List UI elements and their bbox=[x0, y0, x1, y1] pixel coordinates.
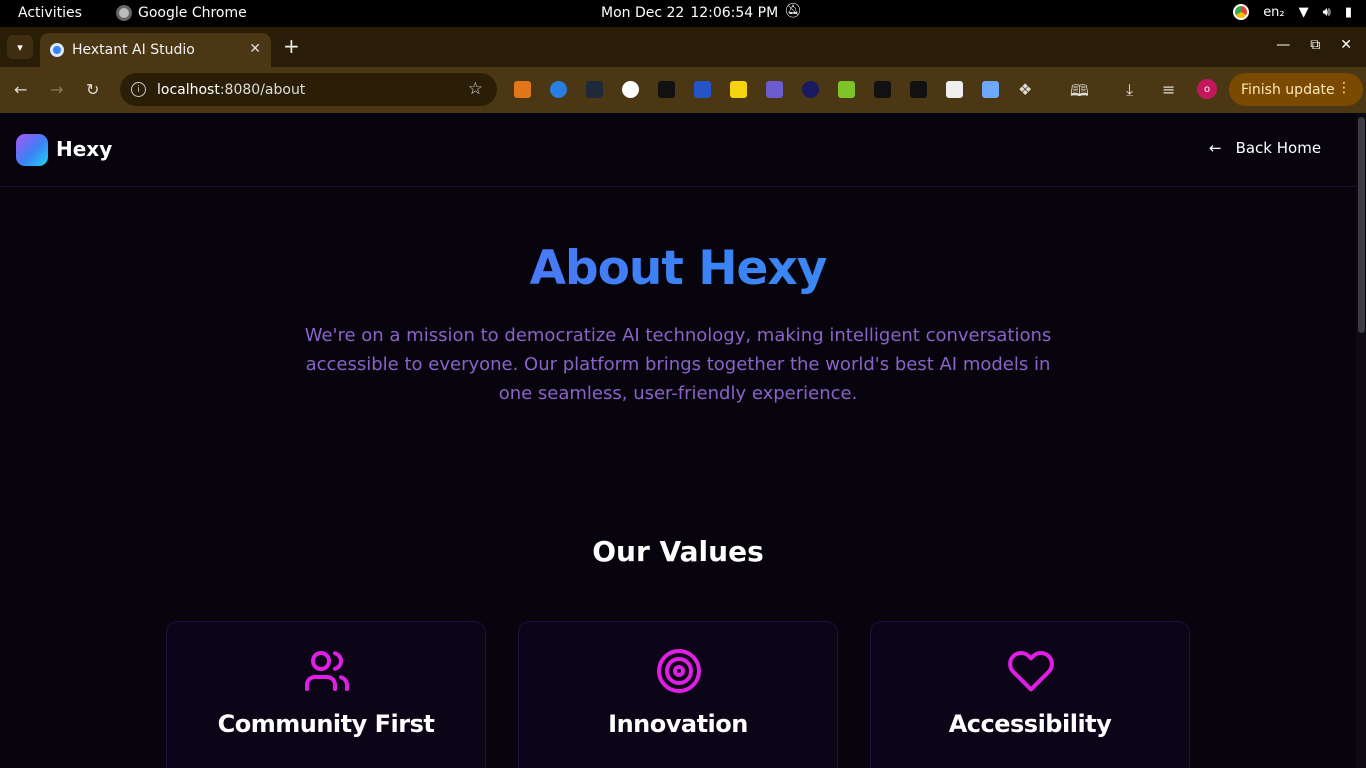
extension-white-icon[interactable] bbox=[622, 81, 639, 98]
finish-update-button[interactable]: Finish update ⋮ bbox=[1229, 73, 1363, 106]
tab-title: Hextant AI Studio bbox=[72, 42, 195, 58]
tab-search-button[interactable]: ▾ bbox=[7, 35, 33, 59]
os-top-bar: Activities Google Chrome Mon Dec 22 12:0… bbox=[0, 0, 1366, 27]
extension-yellow-icon[interactable] bbox=[730, 81, 747, 98]
chrome-tray-icon[interactable] bbox=[1233, 4, 1250, 20]
site-info-icon[interactable]: i bbox=[131, 82, 146, 97]
users-icon bbox=[305, 651, 349, 691]
battery-icon: ▮ bbox=[1344, 4, 1352, 20]
reading-mode-icon[interactable]: 🕮︎ bbox=[1070, 80, 1089, 107]
clock-time: 12:06:54 PM bbox=[690, 5, 779, 21]
tab-favicon-icon bbox=[50, 43, 64, 57]
heart-icon bbox=[1008, 651, 1054, 692]
volume-icon: 🔊︎ bbox=[1322, 4, 1331, 20]
forward-icon[interactable]: → bbox=[50, 80, 63, 99]
extension-fox-icon[interactable] bbox=[514, 81, 531, 98]
extension-x-icon[interactable] bbox=[694, 81, 711, 98]
more-menu-icon: ⋮ bbox=[1337, 80, 1351, 96]
bookmark-star-icon[interactable]: ☆ bbox=[468, 79, 483, 99]
extension-grid-icon[interactable] bbox=[946, 81, 963, 98]
downloads-icon[interactable]: ⤓ bbox=[1126, 80, 1133, 100]
activities-button[interactable]: Activities bbox=[18, 5, 82, 21]
clock-date: Mon Dec 22 bbox=[601, 5, 685, 21]
web-page: Hexy ← Back Home About Hexy We're on a m… bbox=[0, 113, 1366, 768]
system-tray[interactable]: en₂ ▼ 🔊︎ ▮ bbox=[1233, 4, 1352, 20]
active-app-name: Google Chrome bbox=[138, 5, 247, 21]
extension-doc-icon[interactable] bbox=[982, 81, 999, 98]
mission-statement: We're on a mission to democratize AI tec… bbox=[304, 325, 1052, 404]
arrow-left-icon: ← bbox=[1209, 139, 1222, 157]
value-card-title: Accessibility bbox=[948, 710, 1112, 738]
address-bar[interactable]: i localhost:8080/about ☆ bbox=[120, 73, 497, 106]
url-path: :8080/about bbox=[219, 81, 306, 98]
clock[interactable]: Mon Dec 22 12:06:54 PM bbox=[601, 5, 778, 21]
window-controls: — ⧉ ✕ bbox=[1276, 37, 1352, 53]
reload-icon[interactable]: ↻ bbox=[86, 80, 99, 99]
site-logo-text[interactable]: Hexy bbox=[56, 137, 112, 161]
active-app-menu[interactable]: Google Chrome bbox=[116, 5, 247, 21]
chrome-icon bbox=[116, 5, 132, 21]
wifi-icon: ▼ bbox=[1298, 4, 1309, 20]
site-navbar: Hexy ← Back Home bbox=[0, 113, 1356, 187]
extension-terminal-icon[interactable] bbox=[586, 81, 603, 98]
extension-a-icon[interactable] bbox=[910, 81, 927, 98]
browser-toolbar: ← → ↻ i localhost:8080/about ☆ ❖ 🕮︎ ⤓ ≡ … bbox=[0, 67, 1366, 113]
value-card-innovation: Innovation bbox=[518, 621, 838, 768]
finish-update-label: Finish update bbox=[1241, 81, 1335, 98]
new-tab-button[interactable]: + bbox=[283, 36, 300, 56]
restore-icon[interactable]: ⧉ bbox=[1310, 37, 1320, 53]
back-home-link[interactable]: ← Back Home bbox=[1209, 139, 1321, 157]
target-icon bbox=[657, 649, 701, 693]
back-icon[interactable]: ← bbox=[14, 80, 27, 99]
value-card-title: Community First bbox=[217, 710, 435, 738]
value-card-title: Innovation bbox=[608, 710, 748, 738]
language-indicator[interactable]: en₂ bbox=[1263, 5, 1284, 20]
url-host: localhost bbox=[157, 81, 220, 98]
extension-chart-icon[interactable] bbox=[838, 81, 855, 98]
profile-avatar[interactable]: o bbox=[1197, 79, 1217, 99]
tab-strip: ▾ Hextant AI Studio ✕ + — ⧉ ✕ bbox=[0, 27, 1366, 67]
extension-circle-icon[interactable] bbox=[802, 81, 819, 98]
back-home-label: Back Home bbox=[1235, 139, 1322, 157]
scrollbar-thumb[interactable] bbox=[1358, 117, 1365, 333]
hexy-logo-icon[interactable] bbox=[16, 134, 48, 166]
tab-close-icon[interactable]: ✕ bbox=[249, 41, 261, 57]
page-scrollbar[interactable] bbox=[1356, 113, 1366, 768]
extension-dots-icon[interactable] bbox=[658, 81, 675, 98]
extension-blue-icon[interactable] bbox=[550, 81, 567, 98]
media-controls-icon[interactable]: ≡ bbox=[1162, 80, 1175, 99]
extensions-puzzle-icon[interactable]: ❖ bbox=[1018, 80, 1032, 99]
value-card-accessibility: Accessibility bbox=[870, 621, 1190, 768]
extension-k-icon[interactable] bbox=[874, 81, 891, 98]
tab-active[interactable]: Hextant AI Studio ✕ bbox=[40, 33, 271, 67]
close-window-icon[interactable]: ✕ bbox=[1340, 37, 1352, 53]
extension-wave-icon[interactable] bbox=[766, 81, 783, 98]
minimize-icon[interactable]: — bbox=[1276, 37, 1290, 53]
value-card-community: Community First bbox=[166, 621, 486, 768]
notifications-muted-icon: 🔕︎ bbox=[784, 3, 802, 19]
page-title: About Hexy bbox=[0, 241, 1356, 296]
values-heading: Our Values bbox=[592, 535, 764, 568]
